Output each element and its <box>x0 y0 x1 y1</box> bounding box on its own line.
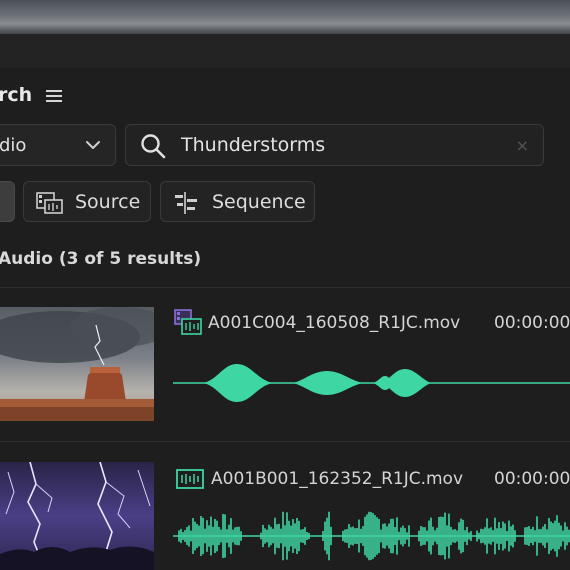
background-storm-image-strip <box>0 0 570 34</box>
audio-clip-icon <box>176 469 204 489</box>
hamburger-menu-icon[interactable] <box>46 87 62 103</box>
clear-search-icon[interactable]: × <box>516 136 529 155</box>
audio-waveform <box>173 364 570 402</box>
clip-timecode: 00:00:00 <box>494 469 570 489</box>
chevron-down-icon <box>86 141 100 149</box>
source-label: Source <box>75 191 141 213</box>
clip-thumbnail-lightning[interactable] <box>0 462 154 570</box>
search-icon <box>141 134 166 159</box>
divider <box>0 441 570 442</box>
divider <box>0 287 570 288</box>
window-titlebar <box>0 34 570 69</box>
results-heading: Audio (3 of 5 results) <box>0 249 202 269</box>
multi-clip-audio-icon <box>174 309 202 335</box>
sequence-label: Sequence <box>212 191 306 213</box>
clip-filename[interactable]: A001C004_160508_R1JC.mov <box>208 313 460 333</box>
search-input[interactable] <box>181 131 501 159</box>
media-type-dropdown[interactable]: dio <box>0 124 116 166</box>
source-clip-icon <box>36 192 63 214</box>
dropdown-value: dio <box>0 135 27 156</box>
panel-title: rch <box>0 84 33 106</box>
filter-chip-active[interactable] <box>0 181 15 222</box>
sequence-icon <box>175 192 197 214</box>
clip-timecode: 00:00:00 <box>494 313 570 333</box>
audio-waveform <box>173 511 570 561</box>
search-field[interactable]: × <box>125 124 544 166</box>
source-filter-button[interactable]: Source <box>23 181 151 222</box>
sequence-filter-button[interactable]: Sequence <box>160 181 315 222</box>
clip-filename[interactable]: A001B001_162352_R1JC.mov <box>211 469 463 489</box>
clip-thumbnail-desert-storm[interactable] <box>0 307 154 421</box>
